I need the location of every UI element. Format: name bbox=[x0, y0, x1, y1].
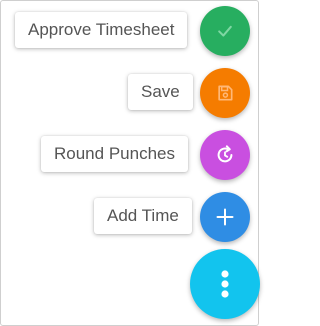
add-time-button[interactable] bbox=[200, 192, 250, 242]
add-time-label[interactable]: Add Time bbox=[94, 198, 192, 234]
speed-dial-panel: Approve Timesheet Save Round Punches Add… bbox=[0, 0, 260, 326]
more-actions-button[interactable] bbox=[190, 249, 260, 319]
save-button[interactable] bbox=[200, 68, 250, 118]
save-label[interactable]: Save bbox=[128, 74, 193, 110]
approve-timesheet-label[interactable]: Approve Timesheet bbox=[15, 12, 188, 48]
save-icon bbox=[215, 83, 235, 103]
plus-icon bbox=[215, 207, 235, 227]
round-punches-label[interactable]: Round Punches bbox=[41, 136, 188, 172]
check-icon bbox=[215, 21, 235, 41]
approve-timesheet-button[interactable] bbox=[200, 6, 250, 56]
round-punches-icon bbox=[214, 144, 236, 166]
round-punches-button[interactable] bbox=[200, 130, 250, 180]
more-vertical-icon bbox=[219, 269, 231, 299]
